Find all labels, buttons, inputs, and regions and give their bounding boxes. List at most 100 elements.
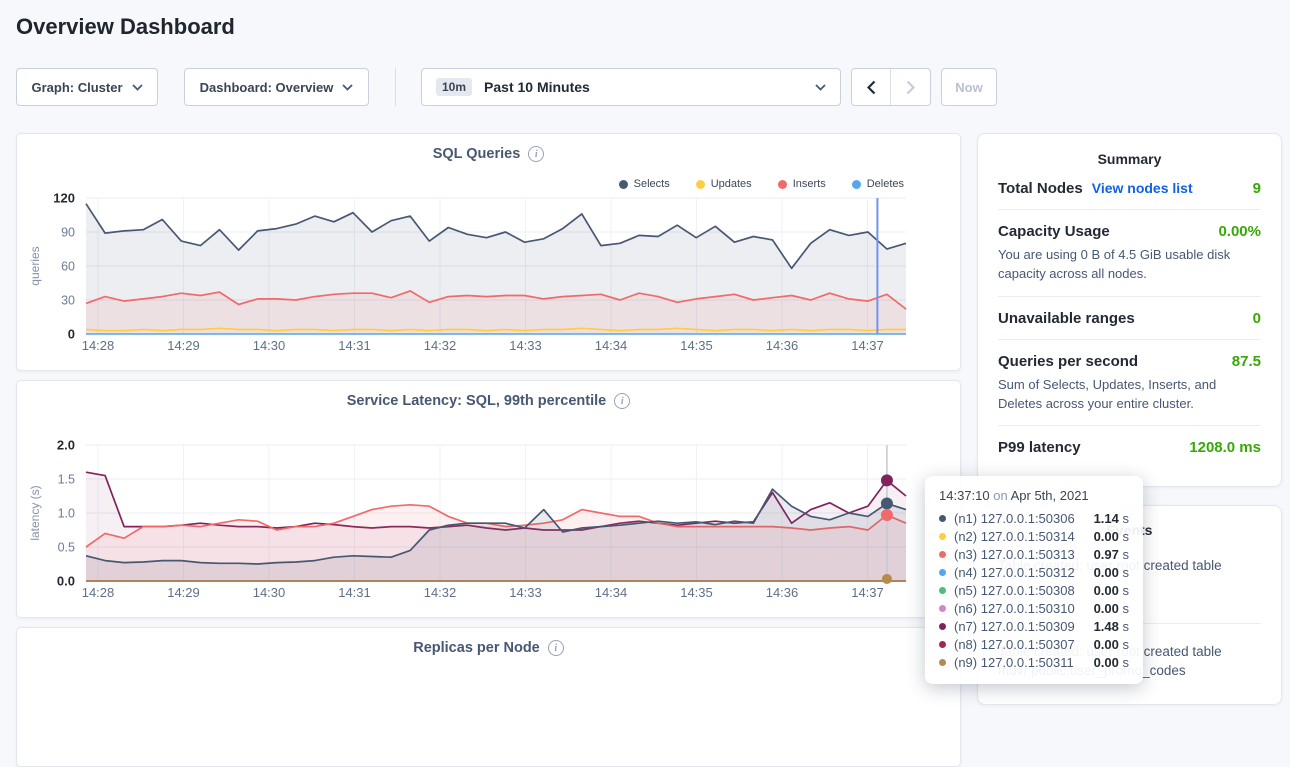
hover-tooltip: 14:37:10 on Apr 5th, 2021 (n1) 127.0.0.1… xyxy=(925,476,1143,684)
svg-text:1.0: 1.0 xyxy=(58,507,75,521)
tooltip-node-row: (n4) 127.0.0.1:50312 0.00 s xyxy=(939,563,1129,581)
series-color-dot xyxy=(939,515,946,522)
time-range-selector[interactable]: 10m Past 10 Minutes xyxy=(421,68,841,106)
summary-metric-label: Capacity Usage xyxy=(998,223,1110,240)
summary-row: Unavailable ranges 0 xyxy=(998,297,1261,340)
svg-text:14:31: 14:31 xyxy=(338,338,371,353)
tooltip-node-row: (n8) 127.0.0.1:50307 0.00 s xyxy=(939,635,1129,653)
svg-text:14:37: 14:37 xyxy=(851,585,884,600)
series-color-dot xyxy=(939,569,946,576)
tooltip-node-value: 0.00 s xyxy=(1094,565,1129,580)
chart-plot[interactable]: 030609012014:2814:2914:3014:3114:3214:33… xyxy=(17,134,962,372)
svg-text:14:35: 14:35 xyxy=(680,338,713,353)
svg-text:30: 30 xyxy=(61,294,75,308)
tooltip-node-label: (n5) 127.0.0.1:50308 xyxy=(954,583,1075,598)
tooltip-node-value: 0.00 s xyxy=(1094,529,1129,544)
svg-text:0: 0 xyxy=(68,327,75,342)
summary-metric-description: Sum of Selects, Updates, Inserts, and De… xyxy=(998,376,1261,414)
dashboard-dropdown-label: Dashboard: Overview xyxy=(200,80,334,95)
tooltip-node-label: (n9) 127.0.0.1:50311 xyxy=(954,655,1074,670)
svg-text:14:33: 14:33 xyxy=(509,338,542,353)
tooltip-node-value: 1.48 s xyxy=(1094,619,1129,634)
summary-metric-label: Unavailable ranges xyxy=(998,310,1135,327)
svg-text:14:37: 14:37 xyxy=(851,338,884,353)
chevron-down-icon xyxy=(815,84,826,91)
time-range-badge: 10m xyxy=(436,78,472,96)
summary-row: P99 latency 1208.0 ms xyxy=(998,426,1261,468)
tooltip-node-label: (n7) 127.0.0.1:50309 xyxy=(954,619,1075,634)
series-color-dot xyxy=(939,659,946,666)
summary-metric-value: 9 xyxy=(1253,180,1261,197)
replicas-per-node-chart-card[interactable]: Replicas per Node i xyxy=(16,627,961,767)
toolbar-divider xyxy=(395,68,396,106)
summary-row: Queries per second 87.5 Sum of Selects, Up… xyxy=(998,340,1261,427)
svg-text:2.0: 2.0 xyxy=(57,438,75,453)
time-step-buttons xyxy=(851,68,931,106)
tooltip-node-row: (n5) 127.0.0.1:503080.00 s xyxy=(939,581,1129,599)
tooltip-node-value: 0.00 s xyxy=(1094,637,1129,652)
tooltip-node-label: (n3) 127.0.0.1:50313 xyxy=(954,547,1075,562)
svg-text:14:29: 14:29 xyxy=(167,338,200,353)
graph-dropdown-label: Graph: Cluster xyxy=(31,80,122,95)
summary-metric-description: You are using 0 B of 4.5 GiB usable disk… xyxy=(998,246,1261,284)
svg-text:14:33: 14:33 xyxy=(509,585,542,600)
tooltip-node-label: (n4) 127.0.0.1:50312 xyxy=(954,565,1075,580)
tooltip-node-row: (n3) 127.0.0.1:50313 0.97 s xyxy=(939,545,1129,563)
summary-metric-label: Queries per second xyxy=(998,353,1138,370)
tooltip-node-label: (n1) 127.0.0.1:50306 xyxy=(954,511,1075,526)
chevron-down-icon xyxy=(132,84,143,91)
svg-text:14:28: 14:28 xyxy=(82,585,115,600)
tooltip-node-value: 1.14 s xyxy=(1094,511,1129,526)
summary-metric-value: 1208.0 ms xyxy=(1189,439,1261,456)
service-latency-chart-card[interactable]: Service Latency: SQL, 99th percentilei0.… xyxy=(16,380,961,618)
series-color-dot xyxy=(939,533,946,540)
svg-text:14:35: 14:35 xyxy=(680,585,713,600)
summary-panel: Summary Total Nodes View nodes list 9 Capac… xyxy=(977,133,1282,487)
svg-text:60: 60 xyxy=(61,260,75,274)
svg-text:14:30: 14:30 xyxy=(253,338,286,353)
sql-queries-chart-card[interactable]: SQL QueriesiSelectsUpdatesInsertsDeletes… xyxy=(16,133,961,371)
summary-metric-label: Total Nodes xyxy=(998,180,1083,197)
summary-metric-value: 0 xyxy=(1253,310,1261,327)
svg-text:90: 90 xyxy=(61,226,75,240)
svg-text:14:36: 14:36 xyxy=(766,338,799,353)
chart-title: Replicas per Node xyxy=(413,640,540,656)
summary-row: Capacity Usage 0.00% You are using 0 B of … xyxy=(998,210,1261,297)
series-color-dot xyxy=(939,551,946,558)
series-color-dot xyxy=(939,641,946,648)
graph-dropdown[interactable]: Graph: Cluster xyxy=(16,68,158,106)
tooltip-node-row: (n7) 127.0.0.1:50309 1.48 s xyxy=(939,617,1129,635)
now-button[interactable]: Now xyxy=(941,68,997,106)
dashboard-dropdown[interactable]: Dashboard: Overview xyxy=(184,68,369,106)
tooltip-node-label: (n8) 127.0.0.1:50307 xyxy=(954,637,1075,652)
chart-plot[interactable]: 0.00.51.01.52.014:2814:2914:3014:3114:32… xyxy=(17,381,962,619)
svg-text:14:30: 14:30 xyxy=(253,585,286,600)
info-icon[interactable]: i xyxy=(548,640,564,656)
summary-row: Total Nodes View nodes list 9 xyxy=(998,167,1261,210)
series-color-dot xyxy=(939,605,946,612)
svg-text:14:29: 14:29 xyxy=(167,585,200,600)
prev-range-button[interactable] xyxy=(852,69,891,105)
svg-text:0.5: 0.5 xyxy=(58,541,75,555)
tooltip-node-row: (n1) 127.0.0.1:50306 1.14 s xyxy=(939,509,1129,527)
tooltip-node-row: (n6) 127.0.0.1:503100.00 s xyxy=(939,599,1129,617)
chevron-down-icon xyxy=(342,84,353,91)
tooltip-node-value: 0.00 s xyxy=(1094,655,1129,670)
next-range-button[interactable] xyxy=(891,69,930,105)
chevron-left-icon xyxy=(867,80,876,95)
summary-metric-label: P99 latency xyxy=(998,439,1081,456)
svg-text:1.5: 1.5 xyxy=(58,473,75,487)
series-color-dot xyxy=(939,623,946,630)
summary-metric-value: 0.00% xyxy=(1218,223,1261,240)
tooltip-node-label: (n6) 127.0.0.1:50310 xyxy=(954,601,1075,616)
view-nodes-list-link[interactable]: View nodes list xyxy=(1092,180,1193,196)
svg-text:14:36: 14:36 xyxy=(766,585,799,600)
tooltip-node-label: (n2) 127.0.0.1:50314 xyxy=(954,529,1075,544)
tooltip-node-value: 0.97 s xyxy=(1094,547,1129,562)
summary-metric-value: 87.5 xyxy=(1232,353,1261,370)
summary-title: Summary xyxy=(998,151,1261,167)
svg-text:14:34: 14:34 xyxy=(595,585,628,600)
svg-text:14:31: 14:31 xyxy=(338,585,371,600)
y-axis-label: latency (s) xyxy=(28,485,42,540)
svg-text:14:34: 14:34 xyxy=(595,338,628,353)
